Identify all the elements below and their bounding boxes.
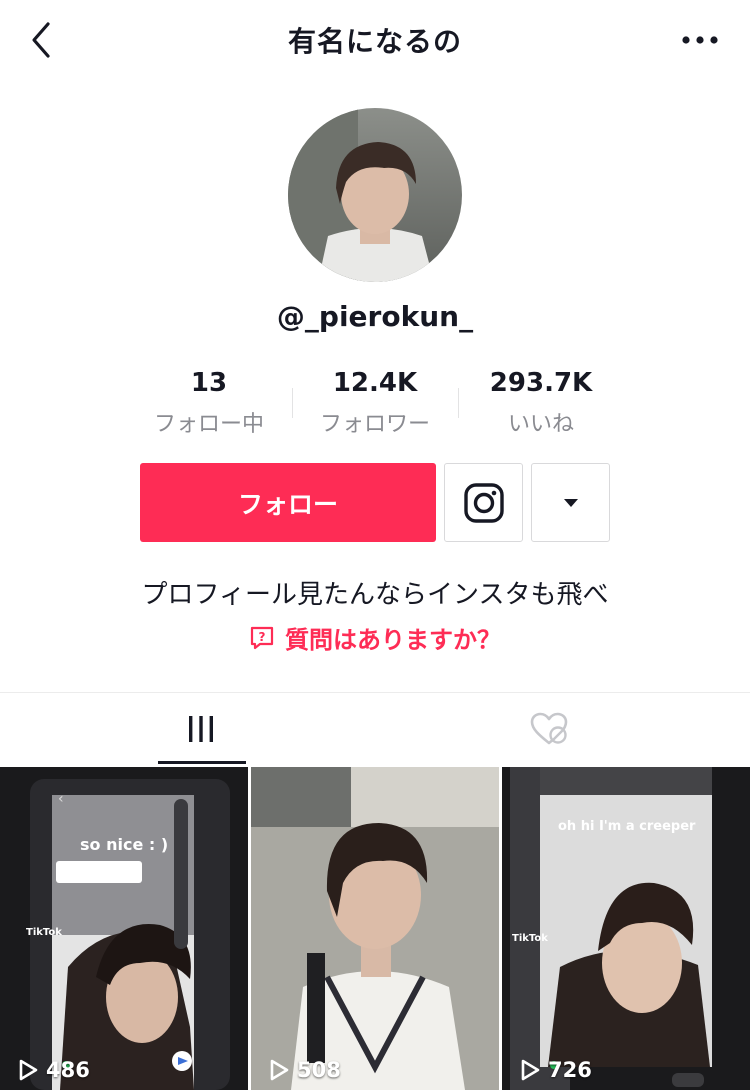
stat-likes-value: 293.7K xyxy=(489,368,593,398)
tiktok-watermark: TikTok xyxy=(512,933,548,944)
video-thumbnail[interactable]: 508 xyxy=(251,767,499,1090)
bio-text: プロフィール見たんならインスタも飛べ xyxy=(141,580,609,610)
top-bar: 有名になるの xyxy=(0,0,750,80)
video-overlay-text: so nice : ) xyxy=(80,835,169,854)
stat-divider xyxy=(458,388,459,418)
video-overlay-text: oh hi I'm a creeper xyxy=(558,819,696,834)
video-thumbnail[interactable]: ‹ so nice : ) TikTok 486 xyxy=(0,767,248,1090)
stat-divider xyxy=(292,388,293,418)
tab-videos[interactable] xyxy=(14,693,388,765)
svg-text:‹: ‹ xyxy=(58,791,64,807)
tiktok-watermark: TikTok xyxy=(26,927,62,938)
hidden-heart-icon xyxy=(530,712,568,745)
more-button[interactable] xyxy=(678,22,722,58)
svg-text:?: ? xyxy=(259,630,266,644)
tab-liked[interactable] xyxy=(362,693,736,765)
play-icon xyxy=(521,1059,540,1081)
caret-down-icon xyxy=(563,498,578,507)
view-count: 726 xyxy=(520,1058,592,1082)
avatar[interactable] xyxy=(288,108,462,282)
play-icon xyxy=(19,1059,38,1081)
active-tab-indicator xyxy=(158,761,246,764)
video-grid: ‹ so nice : ) TikTok 486 508 oh hi I'm a… xyxy=(0,767,750,1090)
more-horizontal-icon xyxy=(682,36,718,44)
view-count: 508 xyxy=(269,1058,341,1082)
stat-following-label: フォロー中 xyxy=(153,412,264,437)
question-bubble-icon: ? xyxy=(250,626,274,649)
stat-likes: 293.7K いいね xyxy=(466,368,616,438)
view-count: 486 xyxy=(18,1058,90,1082)
view-count-value: 726 xyxy=(548,1058,592,1082)
view-count-value: 508 xyxy=(297,1058,341,1082)
grid-bars-icon xyxy=(189,716,213,742)
stat-following-value: 13 xyxy=(190,368,228,398)
stat-followers-value: 12.4K xyxy=(332,368,418,398)
stat-followers[interactable]: 12.4K フォロワー xyxy=(300,368,450,438)
stat-followers-label: フォロワー xyxy=(319,412,430,437)
instagram-button[interactable] xyxy=(444,463,523,542)
instagram-icon xyxy=(463,482,504,523)
qa-link-label: 質問はありますか？ xyxy=(285,626,501,654)
view-count-value: 486 xyxy=(46,1058,90,1082)
stat-following[interactable]: 13 フォロー中 xyxy=(134,368,284,438)
qa-link[interactable]: ? 質問はありますか？ xyxy=(0,620,750,655)
stat-likes-label: いいね xyxy=(507,412,574,437)
video-thumbnail[interactable]: oh hi I'm a creeper TikTok 726 xyxy=(502,767,750,1090)
play-icon xyxy=(270,1059,289,1081)
page-title: 有名になるの xyxy=(287,25,462,58)
follow-button[interactable]: フォロー xyxy=(140,463,436,542)
username: @_pierokun_ xyxy=(276,300,474,333)
suggested-accounts-dropdown[interactable] xyxy=(531,463,610,542)
